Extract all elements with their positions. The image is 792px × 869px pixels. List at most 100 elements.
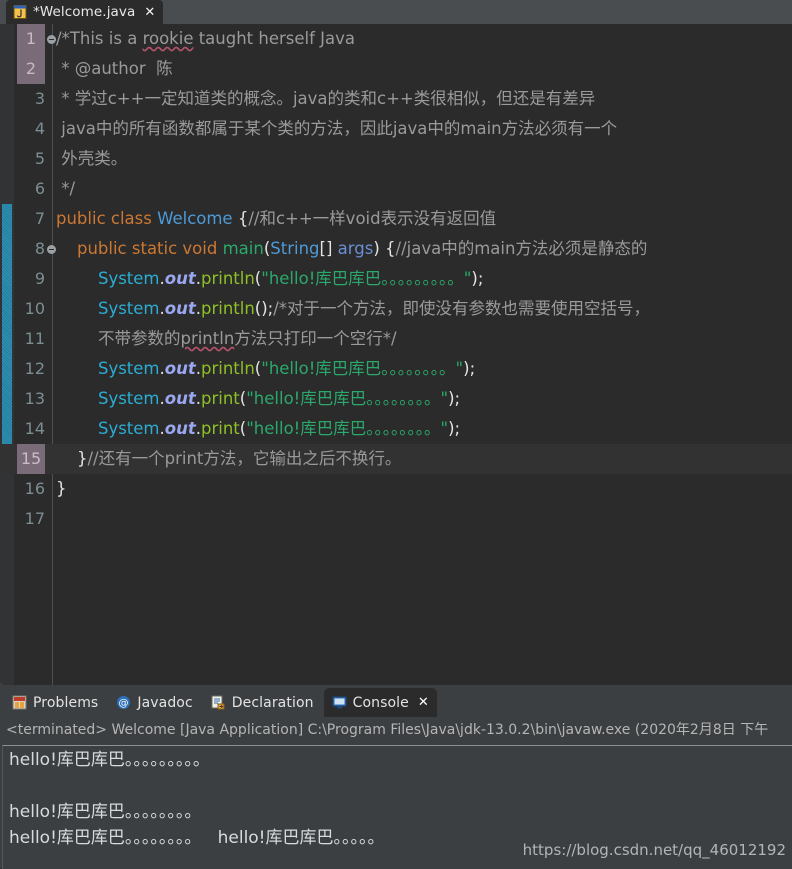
code-text: * 学过c++一定知道类的概念。java的类和c++类很相似，但还是有差异 [56,84,595,114]
token: "hello!库巴库巴。。。。。。。。" [246,389,449,408]
line-number-4: 4 [34,119,45,138]
code-editor[interactable]: 1 /*This is a rookie taught herself Java 2… [0,24,792,685]
code-text: * @author 陈 [56,54,173,84]
token: System [97,359,160,378]
svg-text:@: @ [119,698,129,709]
token: { [232,209,249,228]
code-text: java中的所有函数都属于某个类的方法，因此java中的main方法必须有一个 [56,114,617,144]
line-number-14: 14 [24,419,45,438]
code-line-3[interactable]: 3 * 学过c++一定知道类的概念。java的类和c++类很相似，但还是有差异 [0,84,792,114]
token: * 学过c++一定知道类的概念。java的类和c++类很相似，但还是有差异 [56,89,596,108]
token: "hello!库巴库巴。。。。。。。。" [246,419,449,438]
token: 方法只打印一个空行*/ [234,329,397,348]
code-line-12[interactable]: 12 System.out.println("hello!库巴库巴。。。。。。。… [0,354,792,384]
token: ) { [373,239,396,258]
token: String [270,239,320,258]
javadoc-at-icon: @ [116,695,131,710]
panel-tab-console[interactable]: Console ✕ [323,688,437,717]
code-line-6[interactable]: 6 */ [0,174,792,204]
line-number-1: 1 [17,24,45,54]
token: System [97,299,160,318]
code-line-17[interactable]: 17 [0,504,792,534]
code-line-7[interactable]: 7 public class Welcome {//和c++一样void表示没有返… [0,204,792,234]
line-number-15: 15 [17,444,45,474]
java-file-icon [13,5,27,19]
code-text: System.out.print("hello!库巴库巴。。。。。。。。"); [56,414,460,444]
code-text: public static void main(String[] args) {… [56,234,647,264]
code-line-4[interactable]: 4 java中的所有函数都属于某个类的方法，因此java中的main方法必须有一… [0,114,792,144]
token: Welcome [157,209,233,228]
code-line-15[interactable]: 15 }//还有一个print方法，它输出之后不换行。 [0,444,792,474]
editor-tab-bar: *Welcome.java ✕ [0,0,792,24]
code-text: 不带参数的println方法只打印一个空行*/ [56,324,397,354]
code-content[interactable]: 1 /*This is a rookie taught herself Java 2… [0,24,792,534]
token: args [337,239,374,258]
token: System [97,419,160,438]
token: main [222,239,264,258]
token: out [164,269,196,288]
panel-tab-javadoc[interactable]: @ Javadoc [108,688,200,717]
line-number-6: 6 [34,179,45,198]
token: ); [448,389,461,408]
console-output-line: hello!库巴库巴。。。。。。。。 hello!库巴库巴。。。。。 [9,828,385,848]
console-view[interactable]: <terminated> Welcome [Java Application] … [0,717,792,869]
code-text: 外壳类。 [56,144,127,174]
fold-collapse-icon[interactable] [47,35,56,44]
line-number-8: 8 [34,239,45,258]
code-line-11[interactable]: 11 不带参数的println方法只打印一个空行*/ [0,324,792,354]
line-number-13: 13 [24,389,45,408]
token: System [97,389,160,408]
token: print [200,389,240,408]
token: //java中的main方法必须是静态的 [395,239,648,258]
editor-tab-welcome-java[interactable]: *Welcome.java ✕ [6,0,164,24]
code-text: */ [56,174,75,204]
code-line-5[interactable]: 5 外壳类。 [0,144,792,174]
code-line-1[interactable]: 1 /*This is a rookie taught herself Java [0,24,792,54]
token: println [200,299,255,318]
code-line-14[interactable]: 14 System.out.print("hello!库巴库巴。。。。。。。。"… [0,414,792,444]
token: out [164,419,196,438]
token: public class [56,209,158,228]
console-terminated-status: <terminated> Welcome [Java Application] … [6,722,769,738]
token: out [164,359,196,378]
console-output-region[interactable]: hello!库巴库巴。。。。。。。。。 hello!库巴库巴。。。。。。。。 hel… [2,745,792,869]
code-line-9[interactable]: 9 System.out.println("hello!库巴库巴。。。。。。。。… [0,264,792,294]
close-icon[interactable]: ✕ [418,696,429,709]
code-text: /*This is a rookie taught herself Java [56,24,355,54]
token: /*对于一个方法，即使没有参数也需要使用空括号， [273,299,651,318]
line-number-16: 16 [24,479,45,498]
line-number-17: 17 [24,509,45,528]
code-line-16[interactable]: 16} [0,474,792,504]
code-line-10[interactable]: 10 System.out.println();/*对于一个方法，即使没有参数也… [0,294,792,324]
token: /*This is a [56,29,143,48]
line-number-12: 12 [24,359,45,378]
token: 不带参数的 [56,329,181,348]
code-line-8[interactable]: 8 public static void main(String[] args)… [0,234,792,264]
code-text: } [56,474,67,504]
panel-tab-declaration[interactable]: Declaration [203,688,322,717]
token: println [180,329,235,348]
fold-collapse-icon[interactable] [47,245,56,254]
declaration-icon [211,695,226,710]
token: "hello!库巴库巴。。。。。。。。。" [261,269,472,288]
code-line-2[interactable]: 2 * @author 陈 [0,54,792,84]
token: java中的所有函数都属于某个类的方法，因此java中的main方法必须有一个 [56,119,618,138]
close-icon[interactable]: ✕ [144,6,155,19]
token: * @author 陈 [56,59,173,78]
token: } [56,479,67,498]
token: //和c++一样void表示没有返回值 [248,209,497,228]
token: println [200,269,255,288]
console-icon [332,695,347,710]
csdn-watermark: https://blog.csdn.net/qq_46012192 [522,841,786,859]
line-number-10: 10 [24,299,45,318]
panel-tab-label: Javadoc [137,694,193,711]
code-line-13[interactable]: 13 System.out.print("hello!库巴库巴。。。。。。。。"… [0,384,792,414]
code-text: System.out.println("hello!库巴库巴。。。。。。。。")… [56,354,475,384]
code-text: public class Welcome {//和c++一样void表示没有返回… [56,204,496,234]
token: [] [319,239,338,258]
panel-tab-problems[interactable]: Problems [4,688,106,717]
